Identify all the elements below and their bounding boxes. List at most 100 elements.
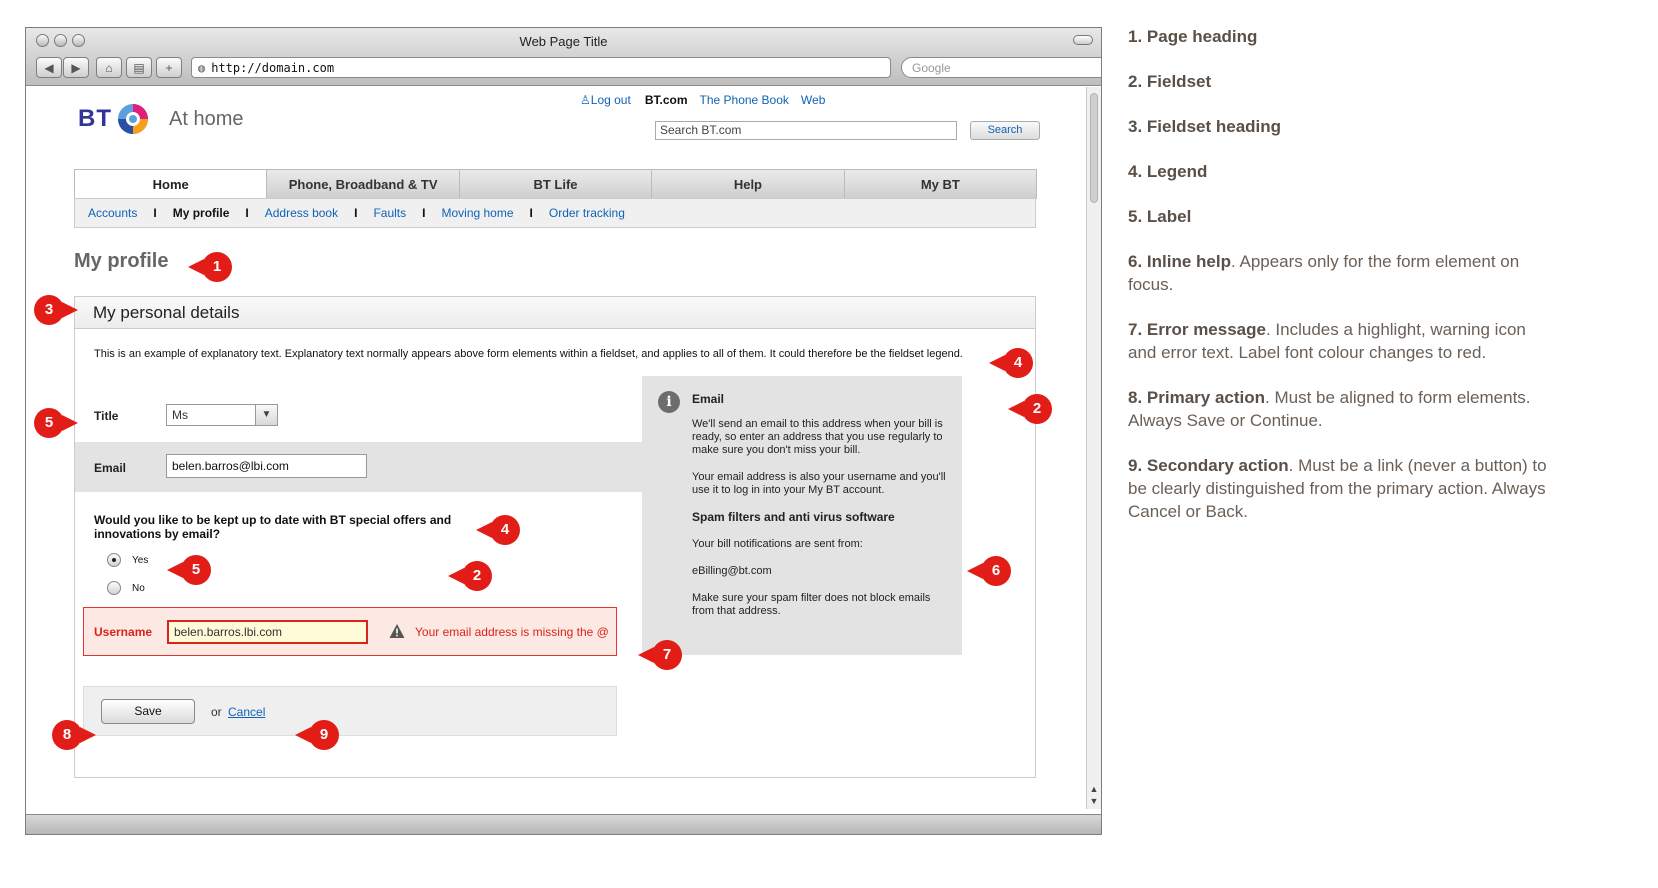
username-error-row: Username belen.barros.lbi.com Your email… — [83, 607, 617, 656]
radio-selected-dot — [112, 558, 116, 562]
subnav-separator: I — [153, 206, 157, 220]
sub-nav: Accounts I My profile I Address book I F… — [74, 198, 1036, 228]
help-text: Make sure your spam filter does not bloc… — [692, 592, 931, 617]
scroll-down-icon[interactable]: ▼ — [1087, 795, 1101, 807]
error-message: Your email address is missing the @ — [415, 625, 609, 639]
tab-my-bt[interactable]: My BT — [843, 169, 1038, 199]
subnav-order-tracking[interactable]: Order tracking — [549, 206, 625, 220]
forward-icon[interactable]: ▶ — [63, 57, 89, 78]
radio-yes[interactable] — [107, 553, 121, 567]
warning-icon — [389, 624, 405, 638]
note-item: 5. Label — [1128, 207, 1192, 226]
vertical-scrollbar[interactable]: ▲ ▼ — [1086, 87, 1101, 809]
logout-link[interactable]: ♙Log out — [580, 93, 631, 107]
help-text: Your bill notifications are sent from: — [692, 538, 863, 550]
subnav-accounts[interactable]: Accounts — [88, 206, 137, 220]
back-icon[interactable]: ◀ — [36, 57, 62, 78]
callout-marker-inline-help: 6 — [967, 556, 1011, 586]
subnav-separator: I — [529, 206, 533, 220]
callout-marker-label: 5 — [167, 555, 211, 585]
note-item: 9. Secondary action. Must be a link (nev… — [1128, 456, 1547, 521]
callout-marker-fieldset: 2 — [448, 561, 492, 591]
subnav-separator: I — [354, 206, 358, 220]
fieldset-heading: My personal details — [75, 297, 1035, 329]
form-actions: Save or Cancel — [83, 686, 617, 736]
toolbar-toggle-button[interactable] — [1073, 35, 1093, 45]
info-icon: i — [658, 391, 680, 413]
email-row: Email belen.barros@lbi.com — [75, 442, 672, 492]
tab-phone-broadband-tv[interactable]: Phone, Broadband & TV — [266, 169, 460, 199]
browser-statusbar — [26, 814, 1101, 834]
email-field[interactable]: belen.barros@lbi.com — [166, 454, 367, 478]
explanatory-text: This is an example of explanatory text. … — [94, 348, 963, 360]
help-text: Your email address is also your username… — [692, 471, 946, 496]
title-select[interactable]: Ms ▼ — [166, 404, 278, 426]
callout-marker-legend: 4 — [476, 515, 520, 545]
web-link[interactable]: Web — [801, 93, 825, 107]
scroll-up-icon[interactable]: ▲ — [1087, 783, 1101, 795]
radio-no[interactable] — [107, 581, 121, 595]
address-bar[interactable]: ◍ http://domain.com — [191, 57, 891, 78]
page-title: My profile — [74, 250, 169, 272]
chevron-down-icon[interactable]: ▼ — [255, 405, 277, 425]
inline-help-panel: i Email We'll send an email to this addr… — [642, 376, 962, 655]
callout-marker-page-heading: 1 — [188, 252, 232, 282]
globe-icon: ◍ — [198, 60, 206, 75]
note-item: 2. Fieldset — [1128, 72, 1212, 91]
site-search-button[interactable]: Search — [970, 121, 1040, 140]
radio-no-label[interactable]: No — [132, 583, 145, 594]
save-button[interactable]: Save — [101, 699, 195, 724]
note-item: 8. Primary action. Must be aligned to fo… — [1128, 388, 1531, 430]
annotation-notes: 1. Page heading 2. Fieldset 3. Fieldset … — [1128, 25, 1558, 545]
logo-text: BT — [78, 105, 112, 132]
callout-marker-secondary-action: 9 — [295, 720, 339, 750]
logo-subtitle: At home — [169, 107, 244, 130]
site-search-input[interactable]: Search BT.com — [655, 121, 957, 140]
bt-logo[interactable]: BT At home — [78, 101, 243, 137]
note-item: 1. Page heading — [1128, 27, 1258, 46]
browser-window: Web Page Title ◀ ▶ ⌂ ▤ + ◍ http://domain… — [25, 27, 1102, 835]
subnav-separator: I — [422, 206, 426, 220]
note-item: 4. Legend — [1128, 162, 1208, 181]
callout-marker-fieldset-heading: 3 — [34, 295, 78, 325]
username-field[interactable]: belen.barros.lbi.com — [167, 620, 368, 644]
user-icon: ♙ — [580, 93, 591, 107]
note-item: 7. Error message. Includes a highlight, … — [1128, 320, 1526, 362]
radio-yes-label[interactable]: Yes — [132, 555, 148, 566]
callout-marker-legend: 4 — [989, 348, 1033, 378]
help-text: We'll send an email to this address when… — [692, 418, 943, 456]
callout-marker-error: 7 — [638, 640, 682, 670]
tab-bt-life[interactable]: BT Life — [458, 169, 653, 199]
add-bookmark-icon[interactable]: + — [156, 57, 182, 78]
cancel-link[interactable]: Cancel — [228, 705, 265, 719]
web-page: BT At home ♙Log out BT.com The Phone Boo… — [26, 87, 1087, 809]
browser-titlebar: Web Page Title ◀ ▶ ⌂ ▤ + ◍ http://domain… — [26, 28, 1101, 86]
callout-marker-fieldset: 2 — [1008, 394, 1052, 424]
subnav-moving-home[interactable]: Moving home — [441, 206, 513, 220]
newsletter-question-legend: Would you like to be kept up to date wit… — [94, 513, 452, 541]
print-icon[interactable]: ▤ — [126, 57, 152, 78]
note-item: 6. Inline help. Appears only for the for… — [1128, 252, 1520, 294]
callout-marker-primary-action: 8 — [52, 720, 96, 750]
or-text: or — [211, 705, 222, 719]
home-icon[interactable]: ⌂ — [96, 57, 122, 78]
title-label: Title — [94, 409, 119, 423]
subnav-my-profile[interactable]: My profile — [173, 206, 230, 220]
utility-links: ♙Log out BT.com The Phone Book Web — [580, 93, 825, 107]
help-heading: Email — [692, 392, 725, 406]
scrollbar-thumb[interactable] — [1090, 93, 1098, 203]
tab-home[interactable]: Home — [74, 169, 268, 199]
subnav-separator: I — [245, 206, 249, 220]
title-select-value: Ms — [172, 408, 188, 422]
help-subheading: Spam filters and anti virus software — [692, 510, 895, 524]
help-email: eBilling@bt.com — [692, 565, 772, 577]
bt-com-link[interactable]: BT.com — [645, 93, 688, 107]
subnav-address-book[interactable]: Address book — [265, 206, 338, 220]
browser-search-input[interactable]: Google — [901, 57, 1101, 78]
phone-book-link[interactable]: The Phone Book — [700, 93, 789, 107]
subnav-faults[interactable]: Faults — [373, 206, 406, 220]
tab-help[interactable]: Help — [651, 169, 845, 199]
note-item: 3. Fieldset heading — [1128, 117, 1282, 136]
url-text: http://domain.com — [211, 60, 335, 75]
window-title: Web Page Title — [519, 34, 608, 49]
